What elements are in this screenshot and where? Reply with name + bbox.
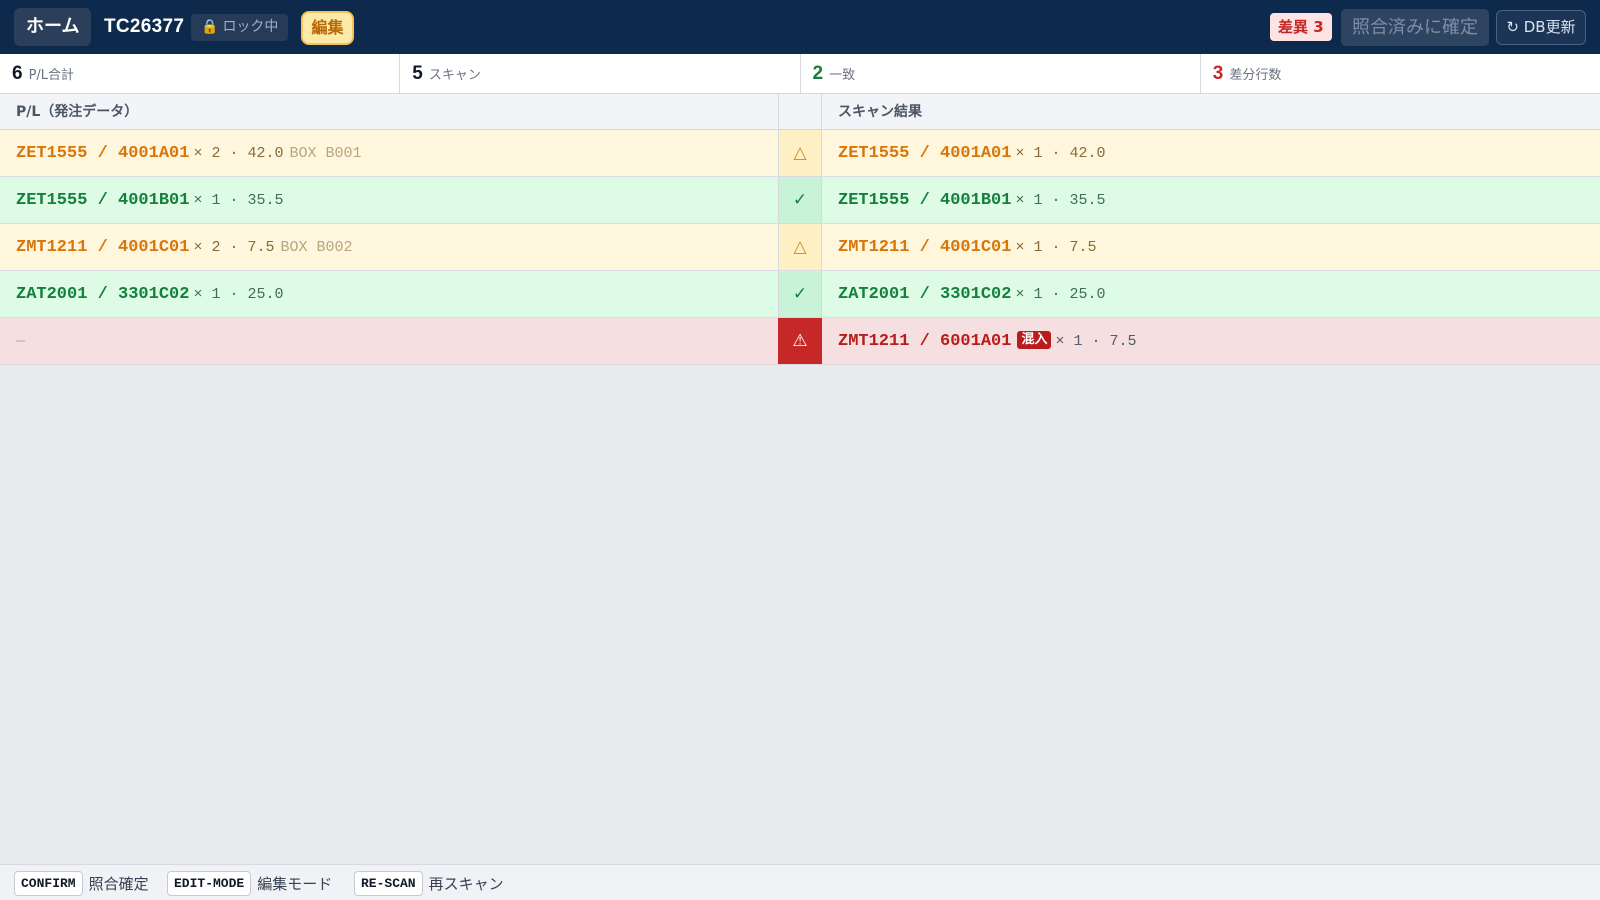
item-code: ZET1555 / 4001A01 [838,144,1012,163]
table-row[interactable]: ZET1555 / 4001B01 × 1 · 35.5 ✓ ZET1555 / … [0,177,1600,224]
stat-value: 3 [1212,63,1224,84]
item-qty-weight: × 1 · 25.0 [1015,286,1106,303]
status-column-header [778,94,822,130]
comparison-table: ZET1555 / 4001A01 × 2 · 42.0 BOX B001 △ ZE… [0,130,1600,365]
item-box: BOX B001 [289,145,362,162]
pl-cell: ZMT1211 / 4001C01 × 2 · 7.5 BOX B002 [16,224,352,270]
item-qty-weight: × 1 · 42.0 [1015,145,1106,162]
warning-triangle-icon: △ [778,224,822,270]
stat-value: 2 [812,63,824,84]
item-code: ZMT1211 / 4001C01 [16,238,190,257]
checkmark-icon: ✓ [778,177,822,223]
db-refresh-button[interactable]: ↻ DB更新 [1496,10,1586,45]
stat-label: 差分行数 [1229,68,1282,83]
table-header: P/L（発注データ） スキャン結果 [0,94,1600,130]
shortcut-key: EDIT-MODE [167,871,252,896]
stat-scan: 5 スキャン [400,54,801,93]
table-row[interactable]: ZET1555 / 4001A01 × 2 · 42.0 BOX B001 △ ZE… [0,130,1600,177]
pl-cell: ZET1555 / 4001B01 × 1 · 35.5 [16,177,283,223]
stat-label: P/L合計 [28,68,75,83]
edit-button[interactable]: 編集 [301,11,354,45]
item-qty-weight: × 1 · 25.0 [193,286,284,303]
item-qty-weight: × 2 · 7.5 [193,239,275,256]
table-row[interactable]: ZMT1211 / 4001C01 × 2 · 7.5 BOX B002 △ ZMT… [0,224,1600,271]
alert-icon: ⚠ [778,318,822,364]
shortcut-label: 再スキャン [428,875,504,893]
item-code: ZET1555 / 4001B01 [16,191,190,210]
item-box: BOX B002 [280,239,353,256]
warning-triangle-icon: △ [778,130,822,176]
item-qty-weight: × 1 · 7.5 [1015,239,1097,256]
contamination-tag: 混入 [1017,331,1052,349]
lock-status-badge: 🔒 ロック中 [191,14,289,41]
empty-placeholder: — [16,333,26,350]
stat-pl-total: 6 P/L合計 [0,54,401,93]
shortcut-edit-mode[interactable]: EDIT-MODE 編集モード [167,870,332,897]
document-id: TC26377 [104,16,185,37]
shortcut-label: 編集モード [257,875,333,893]
top-bar: ホーム TC26377 🔒 ロック中 編集 差異 3 照合済みに確定 ↻ DB更新 [0,0,1600,54]
shortcut-key: CONFIRM [14,871,83,896]
item-qty-weight: × 1 · 35.5 [193,192,284,209]
item-code: ZMT1211 / 6001A01 [838,332,1012,351]
diff-count-badge: 差異 3 [1270,13,1332,41]
stat-label: スキャン [428,68,481,83]
scan-column-header: スキャン結果 [838,104,922,120]
table-row[interactable]: ZAT2001 / 3301C02 × 1 · 25.0 ✓ ZAT2001 / … [0,271,1600,318]
stat-value: 6 [12,63,23,84]
stat-diff-rows: 3 差分行数 [1201,54,1600,93]
item-qty-weight: × 2 · 42.0 [193,145,284,162]
stat-value: 5 [412,63,423,84]
pl-column-header: P/L（発注データ） [16,104,139,120]
item-code: ZET1555 / 4001B01 [838,191,1012,210]
shortcut-confirm[interactable]: CONFIRM 照合確定 [14,870,149,897]
stats-bar: 6 P/L合計 5 スキャン 2 一致 3 差分行数 [0,54,1600,94]
confirm-reconciled-button[interactable]: 照合済みに確定 [1341,9,1489,46]
checkmark-icon: ✓ [778,271,822,317]
shortcut-bar: CONFIRM 照合確定 EDIT-MODE 編集モード RE-SCAN 再スキャン [0,864,1600,900]
stat-label: 一致 [829,68,856,83]
shortcut-label: 照合確定 [88,875,149,893]
item-qty-weight: × 1 · 7.5 [1055,333,1137,350]
lock-status-label: ロック中 [222,19,279,35]
item-code: ZMT1211 / 4001C01 [838,238,1012,257]
table-row[interactable]: — ⚠ ZMT1211 / 6001A01 混入 × 1 · 7.5 [0,318,1600,365]
item-code: ZAT2001 / 3301C02 [16,285,190,304]
shortcut-key: RE-SCAN [354,871,423,896]
item-qty-weight: × 1 · 35.5 [1015,192,1106,209]
item-code: ZET1555 / 4001A01 [16,144,190,163]
scan-cell: ZET1555 / 4001B01 × 1 · 35.5 [838,177,1105,223]
shortcut-rescan[interactable]: RE-SCAN 再スキャン [354,870,504,897]
refresh-icon: ↻ [1506,18,1519,36]
home-button[interactable]: ホーム [14,8,92,46]
scan-cell: ZAT2001 / 3301C02 × 1 · 25.0 [838,271,1105,317]
scan-cell: ZMT1211 / 4001C01 × 1 · 7.5 [838,224,1096,270]
db-refresh-label: DB更新 [1523,18,1576,36]
scan-cell: ZMT1211 / 6001A01 混入 × 1 · 7.5 [838,318,1136,364]
pl-cell: ZAT2001 / 3301C02 × 1 · 25.0 [16,271,283,317]
pl-cell: — [16,318,25,364]
lock-icon: 🔒 [201,19,219,35]
stat-match: 2 一致 [801,54,1201,93]
pl-cell: ZET1555 / 4001A01 × 2 · 42.0 BOX B001 [16,130,361,176]
item-code: ZAT2001 / 3301C02 [838,285,1012,304]
scan-cell: ZET1555 / 4001A01 × 1 · 42.0 [838,130,1105,176]
